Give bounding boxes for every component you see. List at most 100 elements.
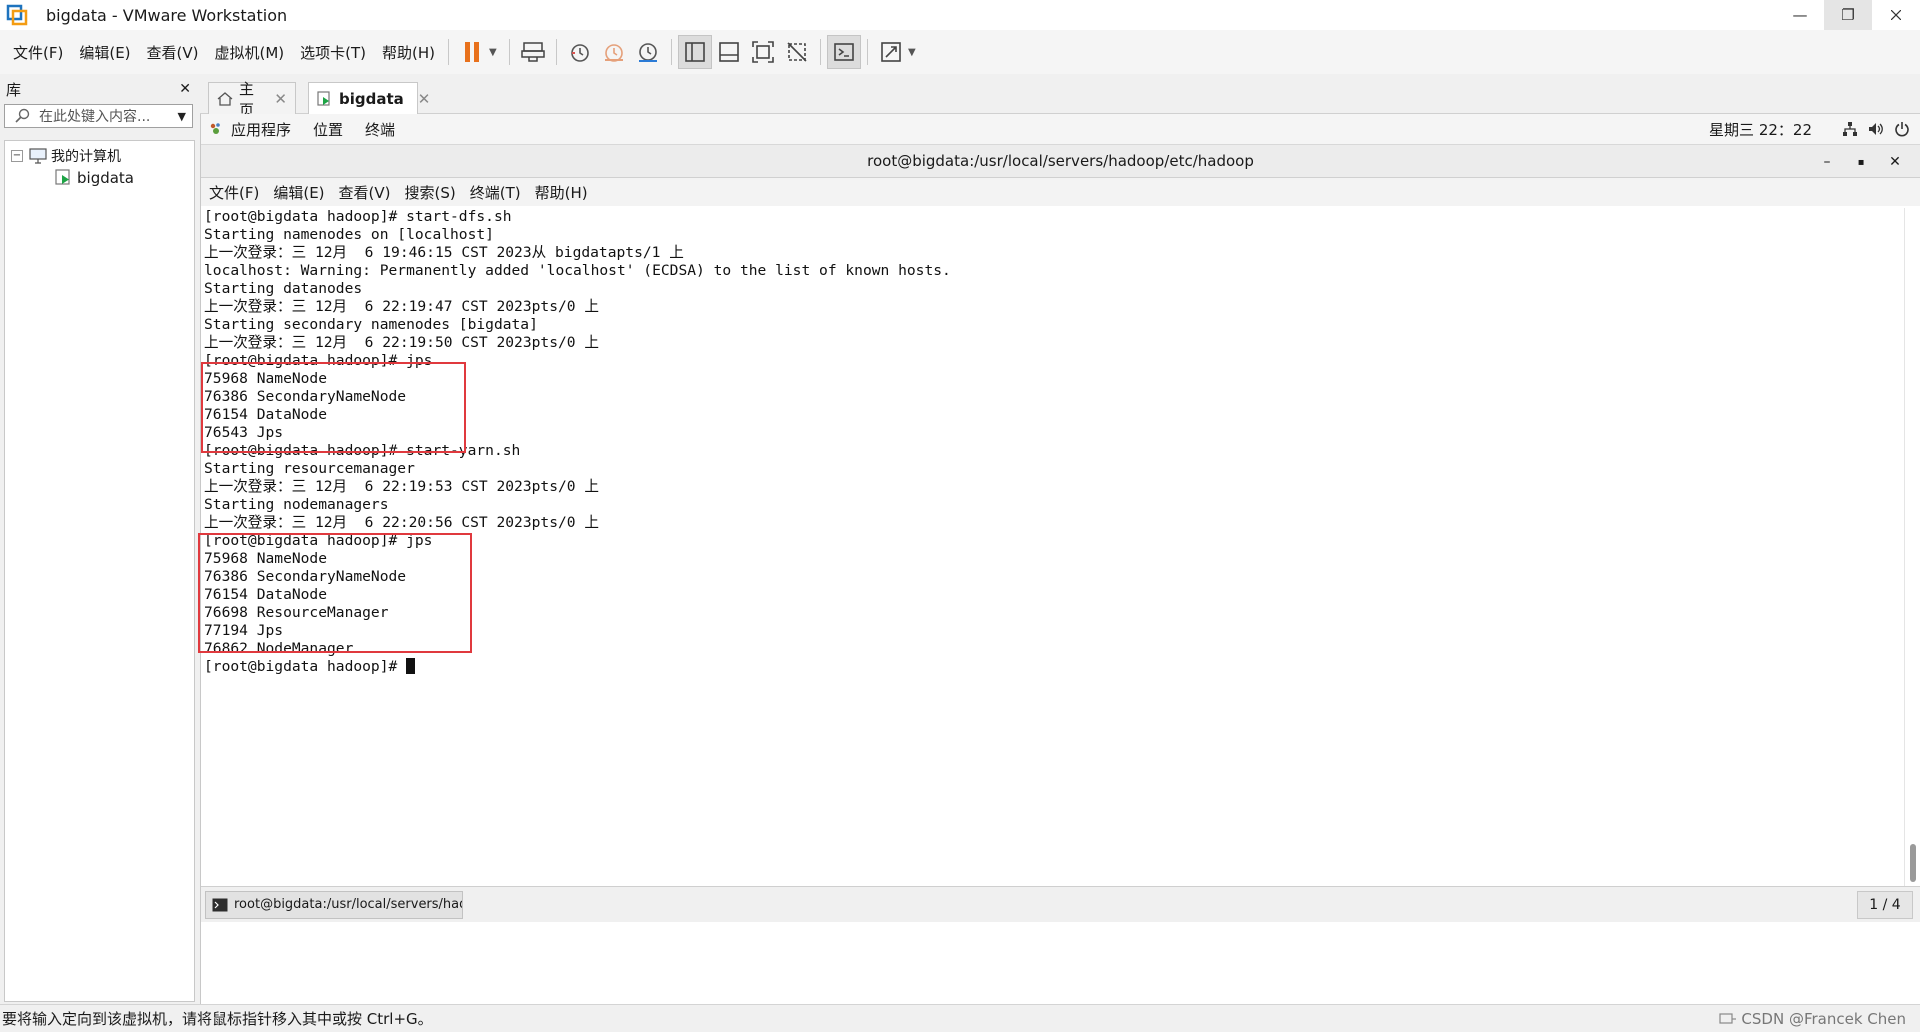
terminal-icon [212, 898, 228, 912]
volume-icon[interactable] [1868, 121, 1884, 137]
collapse-icon[interactable]: − [11, 150, 23, 162]
menu-toolbar: 文件(F) 编辑(E) 查看(V) 虚拟机(M) 选项卡(T) 帮助(H) ▼ … [0, 30, 1920, 74]
toolbar-separator [556, 39, 558, 65]
send-ctrl-alt-del-icon[interactable] [516, 35, 550, 69]
tab-bigdata[interactable]: bigdata ✕ [308, 82, 430, 114]
tab-bigdata-label: bigdata [339, 89, 404, 108]
tree-item-my-computer[interactable]: − 我的计算机 [5, 145, 194, 167]
gnome-terminal-menu[interactable]: 终端 [365, 119, 395, 140]
menu-help[interactable]: 帮助(H) [375, 42, 442, 63]
terminal-maximize-button[interactable]: ▪ [1844, 157, 1878, 168]
terminal-line: Starting datanodes [204, 280, 363, 297]
terminal-menu-bar: 文件(F) 编辑(E) 查看(V) 搜索(S) 终端(T) 帮助(H) [201, 178, 1920, 206]
search-dropdown-icon[interactable]: ▼ [178, 110, 186, 123]
terminal-cursor [406, 658, 416, 674]
vm-console[interactable]: 应用程序 位置 终端 星期三 22：22 root@bigdata:/usr/l… [198, 114, 1920, 1004]
snapshot-icon[interactable] [563, 35, 597, 69]
power-icon[interactable] [1894, 121, 1910, 137]
library-close-icon[interactable]: ✕ [179, 81, 191, 97]
terminal-minimize-button[interactable]: – [1810, 154, 1844, 170]
terminal-line: Starting namenodes on [localhost] [204, 226, 494, 243]
gnome-applications-menu[interactable]: 应用程序 [231, 119, 291, 140]
tab-close-icon[interactable]: ✕ [418, 90, 431, 108]
search-icon [15, 108, 31, 124]
workspace-pager[interactable]: 1 / 4 [1857, 891, 1913, 919]
terminal-line: Starting resourcemanager [204, 460, 415, 477]
library-tree: − 我的计算机 bigdata [4, 140, 195, 1002]
tab-strip: 主页 ✕ bigdata ✕ [200, 76, 1920, 119]
console-view-icon[interactable] [827, 35, 862, 69]
toolbar-separator [448, 39, 450, 65]
highlight-box-jps-2 [198, 533, 472, 653]
toolbar-separator [509, 39, 511, 65]
terminal-menu-view[interactable]: 查看(V) [339, 182, 391, 203]
thumbnail-bar-icon[interactable] [712, 35, 746, 69]
close-button[interactable] [1872, 0, 1920, 30]
stretch-guest-icon[interactable] [874, 35, 908, 69]
terminal-menu-terminal[interactable]: 终端(T) [470, 182, 521, 203]
terminal-window-title: root@bigdata:/usr/local/servers/hadoop/e… [867, 152, 1254, 170]
terminal-line: Starting secondary namenodes [bigdata] [204, 316, 538, 333]
taskbar-terminal-label: root@bigdata:/usr/local/servers/had... [234, 897, 463, 912]
gnome-foot-icon [209, 122, 223, 136]
snapshot-manager-icon[interactable] [631, 35, 665, 69]
status-hint: 要将输入定向到该虚拟机，请将鼠标指针移入其中或按 Ctrl+G。 [2, 1009, 433, 1028]
menu-tabs[interactable]: 选项卡(T) [293, 42, 373, 63]
library-pane: 库 ✕ 在此处键入内容... ▼ − 我的计算机 bigdata [0, 76, 197, 1004]
terminal-line: 上一次登录：三 12月 6 19:46:15 CST 2023从 bigdata… [204, 244, 684, 261]
tab-home[interactable]: 主页 ✕ [208, 80, 296, 119]
terminal-line: [root@bigdata hadoop]# [204, 658, 1902, 676]
terminal-menu-file[interactable]: 文件(F) [209, 182, 259, 203]
terminal-line: [root@bigdata hadoop]# start-dfs.sh [204, 208, 512, 225]
menu-file[interactable]: 文件(F) [6, 42, 70, 63]
gnome-top-bar: 应用程序 位置 终端 星期三 22：22 [201, 114, 1920, 144]
gnome-places-menu[interactable]: 位置 [313, 119, 343, 140]
terminal-close-button[interactable]: ✕ [1878, 154, 1912, 170]
highlight-box-jps-1 [201, 362, 466, 453]
tree-item-bigdata[interactable]: bigdata [5, 167, 194, 189]
library-title: 库 [6, 80, 22, 99]
terminal-line: 上一次登录：三 12月 6 22:20:56 CST 2023pts/0 上 [204, 514, 599, 531]
minimize-button[interactable]: — [1776, 0, 1824, 30]
terminal-line: 上一次登录：三 12月 6 22:19:47 CST 2023pts/0 上 [204, 298, 599, 315]
show-library-icon[interactable] [678, 35, 713, 69]
menu-edit[interactable]: 编辑(E) [72, 42, 137, 63]
scrollbar-thumb[interactable] [1910, 844, 1916, 882]
tab-close-icon[interactable]: ✕ [274, 90, 287, 108]
vm-icon [317, 90, 333, 107]
taskbar-terminal-button[interactable]: root@bigdata:/usr/local/servers/had... [205, 890, 463, 919]
network-icon[interactable] [1842, 121, 1858, 137]
vm-running-icon [55, 169, 73, 187]
full-screen-icon[interactable] [746, 35, 780, 69]
home-icon [217, 91, 233, 107]
terminal-menu-search[interactable]: 搜索(S) [405, 182, 456, 203]
terminal-line: 上一次登录：三 12月 6 22:19:53 CST 2023pts/0 上 [204, 478, 599, 495]
stretch-dropdown-icon[interactable]: ▼ [908, 47, 922, 58]
watermark: CSDN @Francek Chen [1741, 1009, 1906, 1028]
toolbar-separator [820, 39, 822, 65]
terminal-menu-edit[interactable]: 编辑(E) [273, 182, 324, 203]
terminal-line: localhost: Warning: Permanently added 'l… [204, 262, 951, 279]
gnome-bottom-bar: root@bigdata:/usr/local/servers/had... 1… [201, 886, 1920, 922]
toolbar-separator [671, 39, 673, 65]
menu-view[interactable]: 查看(V) [140, 42, 206, 63]
toolbar-separator [867, 39, 869, 65]
revert-snapshot-icon[interactable] [597, 35, 631, 69]
terminal-scrollbar[interactable] [1904, 208, 1920, 886]
vmware-logo-icon [6, 4, 28, 26]
tree-label-bigdata: bigdata [77, 169, 134, 187]
computer-icon [29, 148, 47, 164]
pause-icon[interactable] [455, 35, 489, 69]
library-search-input[interactable]: 在此处键入内容... ▼ [4, 104, 193, 128]
window-title: bigdata - VMware Workstation [46, 5, 288, 25]
terminal-menu-help[interactable]: 帮助(H) [535, 182, 588, 203]
terminal-line: Starting nodemanagers [204, 496, 389, 513]
restore-button[interactable]: ❐ [1824, 0, 1872, 30]
search-placeholder: 在此处键入内容... [39, 109, 151, 125]
gnome-clock[interactable]: 星期三 22：22 [1709, 119, 1812, 140]
menu-vm[interactable]: 虚拟机(M) [208, 42, 292, 63]
terminal-line: 上一次登录：三 12月 6 22:19:50 CST 2023pts/0 上 [204, 334, 599, 351]
devices-icon[interactable] [1719, 1012, 1737, 1026]
power-dropdown-icon[interactable]: ▼ [489, 47, 503, 58]
unity-mode-icon[interactable] [780, 35, 814, 69]
